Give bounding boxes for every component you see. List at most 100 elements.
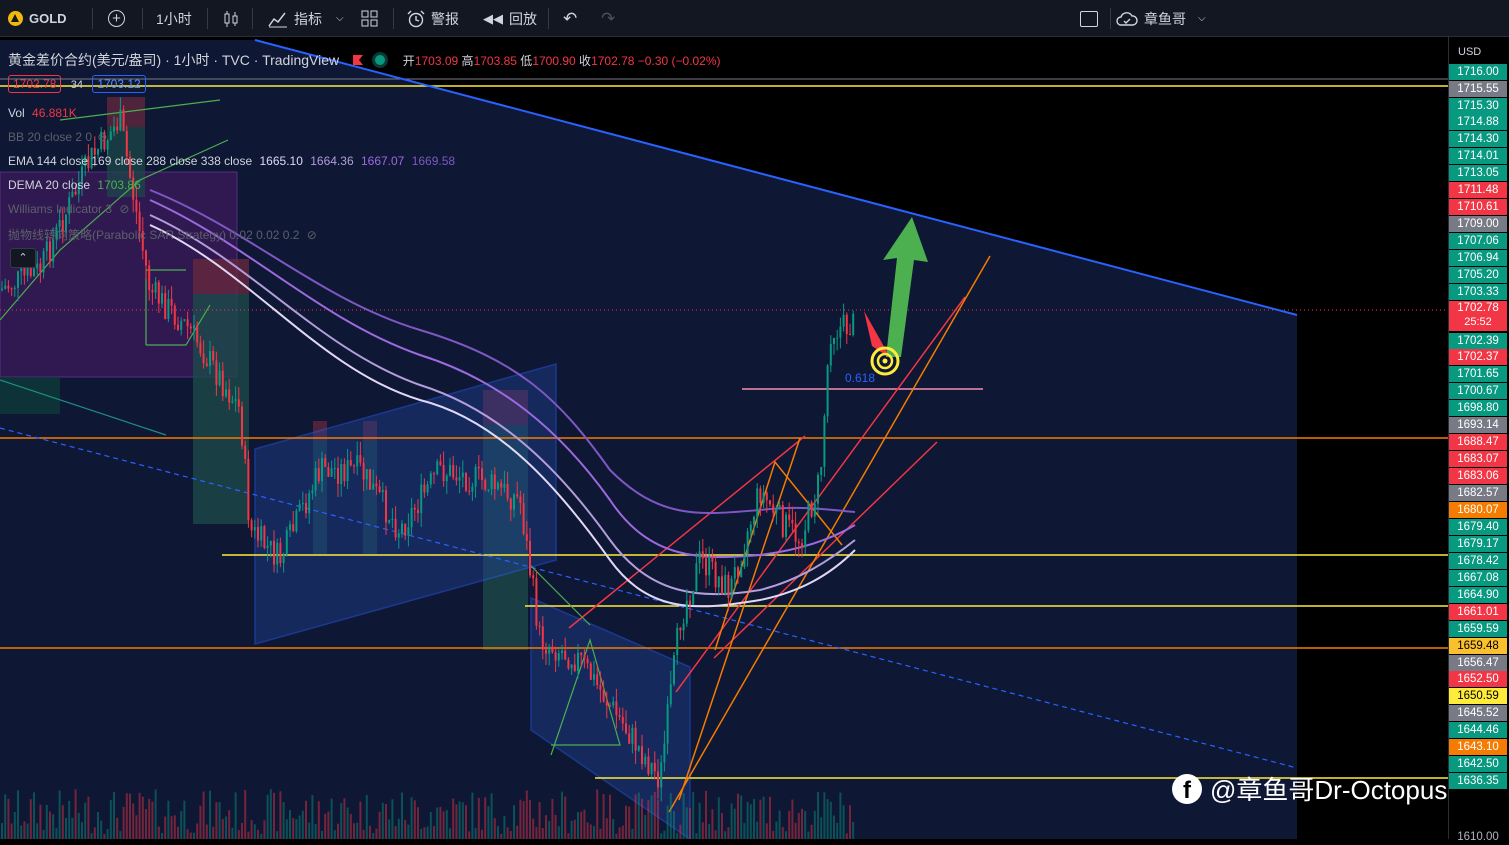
fullscreen-button[interactable] (1080, 0, 1098, 37)
candle-body (695, 563, 698, 591)
ema-legend[interactable]: EMA 144 close 169 close 288 close 338 cl… (8, 154, 455, 168)
volume-bar (189, 832, 192, 839)
replay-button[interactable]: ◀◀ 回放 (483, 0, 537, 37)
candle-body (109, 131, 112, 141)
volume-bar (250, 820, 253, 839)
redo-button[interactable]: ↷ (601, 0, 615, 37)
volume-bar (71, 817, 74, 839)
williams-legend[interactable]: Williams Indicator 3 ⊘ (8, 202, 129, 216)
volume-bar (605, 818, 608, 839)
candle-body (772, 504, 775, 513)
candle-body (557, 653, 560, 661)
indicators-dropdown[interactable]: ⌵ (336, 0, 344, 37)
candle-body (212, 351, 215, 361)
alert-button[interactable]: 警报 (407, 0, 459, 37)
interval-button[interactable]: 1小时 (156, 0, 192, 37)
volume-bar (781, 826, 784, 839)
volume-bar (477, 797, 480, 839)
price-label: 1656.47 (1449, 655, 1507, 671)
collapse-legend-button[interactable]: ⌃ (10, 248, 36, 268)
volume-bar (305, 800, 307, 839)
candle-body (849, 333, 851, 335)
bb-legend[interactable]: BB 20 close 2 0 ⊘ (8, 130, 107, 144)
watermark: f @章鱼哥Dr-Octopus (1172, 770, 1447, 807)
buy-button[interactable]: 1703.12 (92, 75, 146, 93)
volume-bar (439, 806, 442, 839)
user-menu-button[interactable]: 章鱼哥 ⌵ (1116, 0, 1206, 37)
price-label: 1714.30 (1449, 131, 1507, 147)
volume-bar (84, 802, 87, 839)
symbol-button[interactable]: GOLD (8, 0, 67, 37)
price-label: 1683.07 (1449, 451, 1507, 467)
volume-bar (321, 830, 323, 839)
add-symbol-button[interactable]: + (108, 0, 125, 37)
candle-body (407, 527, 410, 536)
eye-hidden-icon: ⊘ (306, 228, 317, 242)
candle-body (791, 519, 794, 524)
volume-bar (823, 792, 826, 839)
candle-body (122, 109, 125, 131)
candle-body (509, 498, 512, 510)
volume-bar (13, 812, 16, 839)
candle-body (161, 293, 163, 304)
candle-body (253, 527, 256, 531)
price-label: 1688.47 (1449, 434, 1507, 450)
sell-button[interactable]: 1702.78 (8, 75, 62, 93)
volume-bar (538, 802, 541, 839)
layout-button[interactable] (361, 0, 378, 37)
volume-legend[interactable]: Vol 46.881K (8, 106, 77, 120)
alert-label: 警报 (431, 10, 459, 27)
volume-bar (785, 831, 787, 839)
candle-body (295, 510, 298, 532)
volume-bar (554, 815, 557, 839)
volume-bar (292, 818, 295, 839)
candle-body (196, 325, 199, 343)
currency-label[interactable]: USD (1458, 46, 1481, 58)
indicators-button[interactable]: 指标 (268, 0, 322, 37)
volume-bar (666, 805, 669, 839)
candle-body (644, 756, 647, 765)
candle-body (593, 674, 595, 680)
candle-body (349, 460, 352, 466)
volume-bar (845, 833, 848, 839)
candle-body (391, 518, 394, 520)
candle-body (474, 466, 477, 487)
volume-bar (727, 827, 730, 839)
volume-bar (756, 821, 759, 839)
volume-bar (247, 831, 250, 839)
volume-bar (836, 822, 839, 839)
undo-button[interactable]: ↶ (563, 0, 577, 37)
candle-body (833, 337, 835, 344)
undo-icon: ↶ (563, 8, 578, 28)
candle-body (769, 500, 771, 505)
sar-legend[interactable]: 抛物线转向策略(Parabolic SAR Strategy) 0.02 0.0… (8, 226, 317, 243)
chart-type-button[interactable] (222, 0, 240, 37)
price-label: 1679.17 (1449, 536, 1507, 552)
candle-body (260, 526, 263, 541)
volume-bar (29, 799, 32, 839)
dema-legend[interactable]: DEMA 20 close 1703.86 (8, 178, 141, 192)
volume-bar (365, 794, 368, 839)
volume-bar (122, 806, 125, 839)
candle-body (375, 483, 378, 487)
volume-bar (263, 820, 266, 839)
volume-bar (65, 817, 67, 839)
bid-ask-row: 1702.78 34 1703.12 (8, 75, 146, 93)
volume-bar (493, 818, 496, 839)
volume-bar (353, 823, 355, 839)
candle-body (125, 130, 128, 157)
replay-label: 回放 (509, 10, 537, 27)
volume-bar (186, 829, 189, 839)
volume-bar (596, 789, 599, 839)
volume-bar (109, 799, 112, 839)
candle-body (337, 467, 339, 484)
volume-bar (689, 807, 691, 839)
indicators-icon (268, 12, 287, 27)
volume-bar (42, 829, 45, 839)
volume-bar (33, 792, 35, 839)
volume-bar (93, 827, 96, 839)
volume-bar (375, 828, 378, 839)
volume-bar (730, 803, 733, 839)
ema-value-288: 1667.07 (360, 154, 405, 168)
volume-bar (647, 800, 650, 839)
